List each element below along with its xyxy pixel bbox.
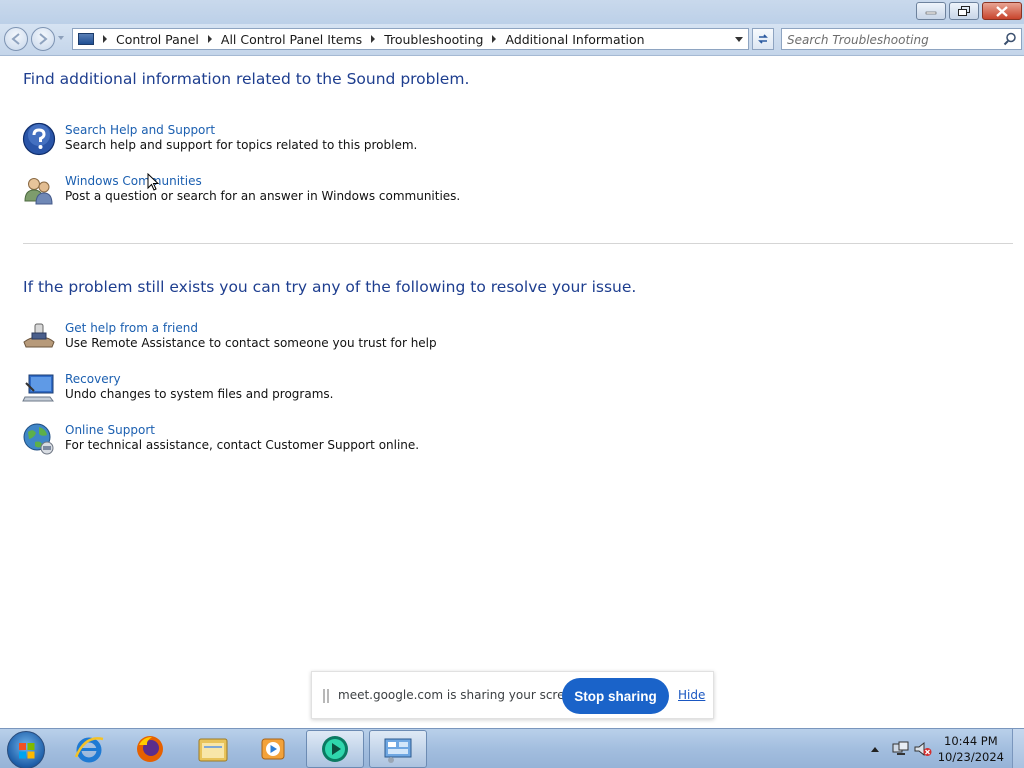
window-controls [916, 2, 1022, 20]
section-divider [23, 243, 1013, 244]
media-player-icon [261, 738, 285, 760]
taskbar-media-player[interactable] [244, 730, 302, 768]
item-description: For technical assistance, contact Custom… [65, 438, 420, 452]
item-description: Use Remote Assistance to contact someone… [65, 336, 437, 350]
start-button[interactable] [7, 731, 45, 768]
list-item-windows-communities: Windows Communities Post a question or s… [22, 173, 460, 209]
title-bar [0, 0, 1024, 24]
meet-app-icon [322, 736, 348, 762]
get-help-friend-link[interactable]: Get help from a friend [65, 321, 437, 336]
firefox-icon [137, 736, 163, 762]
section-heading-resolve-issue: If the problem still exists you can try … [23, 278, 637, 296]
file-explorer-icon [198, 738, 228, 762]
taskbar-file-explorer[interactable] [184, 730, 242, 768]
navigation-bar: Control Panel All Control Panel Items Tr… [0, 24, 1024, 56]
show-hidden-icons-icon[interactable] [871, 747, 879, 752]
taskbar-control-panel[interactable] [369, 730, 427, 768]
windows-communities-link[interactable]: Windows Communities [65, 174, 460, 189]
address-bar[interactable]: Control Panel All Control Panel Items Tr… [72, 28, 749, 50]
list-item-help-support: Search Help and Support Search help and … [22, 122, 417, 158]
minimize-button[interactable] [916, 2, 946, 20]
close-icon [996, 5, 1008, 17]
back-button[interactable] [4, 27, 28, 51]
help-icon [22, 122, 56, 156]
minimize-icon [925, 11, 937, 15]
item-description: Search help and support for topics relat… [65, 138, 418, 152]
mouse-cursor-icon [147, 173, 160, 191]
chevron-right-icon[interactable] [207, 35, 212, 43]
restore-icon [958, 5, 970, 16]
share-message: meet.google.com is sharing your screen. [338, 688, 584, 702]
users-icon [24, 178, 53, 205]
recent-pages-dropdown[interactable] [58, 36, 64, 40]
clock[interactable]: 10:44 PM 10/23/2024 [938, 733, 1004, 765]
taskbar-internet-explorer[interactable] [60, 730, 118, 768]
breadcrumb-control-panel[interactable]: Control Panel [116, 32, 199, 47]
taskbar: 10:44 PM 10/23/2024 [0, 728, 1024, 768]
control-panel-icon [384, 738, 412, 763]
taskbar-meet-app[interactable] [306, 730, 364, 768]
network-icon[interactable] [892, 741, 910, 757]
search-input[interactable] [782, 30, 992, 50]
breadcrumb-additional-information[interactable]: Additional Information [505, 32, 644, 47]
search-icon[interactable] [1003, 32, 1017, 46]
taskbar-firefox[interactable] [121, 730, 179, 768]
arrow-left-icon [11, 33, 20, 45]
search-help-support-link[interactable]: Search Help and Support [65, 123, 417, 138]
windows-logo-icon [19, 743, 35, 759]
show-desktop-button[interactable] [1012, 729, 1024, 768]
forward-button[interactable] [31, 27, 55, 51]
stop-sharing-button[interactable]: Stop sharing [562, 678, 669, 714]
remote-assistance-icon [23, 323, 55, 348]
refresh-icon [758, 34, 768, 44]
item-description: Undo changes to system files and program… [65, 387, 334, 401]
arrow-right-icon [39, 33, 48, 45]
recovery-link[interactable]: Recovery [65, 372, 333, 387]
drag-handle[interactable] [323, 689, 329, 703]
chevron-right-icon[interactable] [371, 35, 376, 43]
breadcrumb-troubleshooting[interactable]: Troubleshooting [384, 32, 483, 47]
restore-button[interactable] [949, 2, 979, 20]
screen-share-bar: meet.google.com is sharing your screen. … [311, 671, 714, 719]
item-description: Post a question or search for an answer … [65, 189, 461, 203]
list-item-online-support: Online Support For technical assistance,… [22, 422, 419, 458]
recovery-icon [22, 374, 54, 402]
volume-muted-icon[interactable] [914, 741, 932, 757]
globe-icon [23, 423, 54, 455]
breadcrumb-all-items[interactable]: All Control Panel Items [221, 32, 362, 47]
address-dropdown-icon[interactable] [735, 37, 743, 42]
search-box[interactable] [781, 28, 1022, 50]
hide-link[interactable]: Hide [678, 688, 705, 702]
section-heading-additional-info: Find additional information related to t… [23, 70, 470, 88]
refresh-button[interactable] [752, 28, 774, 50]
chevron-right-icon[interactable] [492, 35, 497, 43]
list-item-remote-assistance: Get help from a friend Use Remote Assist… [22, 320, 437, 356]
clock-date: 10/23/2024 [937, 750, 1004, 764]
online-support-link[interactable]: Online Support [65, 423, 419, 438]
list-item-recovery: Recovery Undo changes to system files an… [22, 371, 333, 407]
main-content: Find additional information related to t… [0, 57, 1024, 727]
internet-explorer-icon [74, 737, 104, 763]
chevron-right-icon[interactable] [103, 35, 107, 43]
control-panel-icon [78, 33, 94, 45]
close-button[interactable] [982, 2, 1022, 20]
clock-time: 10:44 PM [944, 734, 998, 748]
